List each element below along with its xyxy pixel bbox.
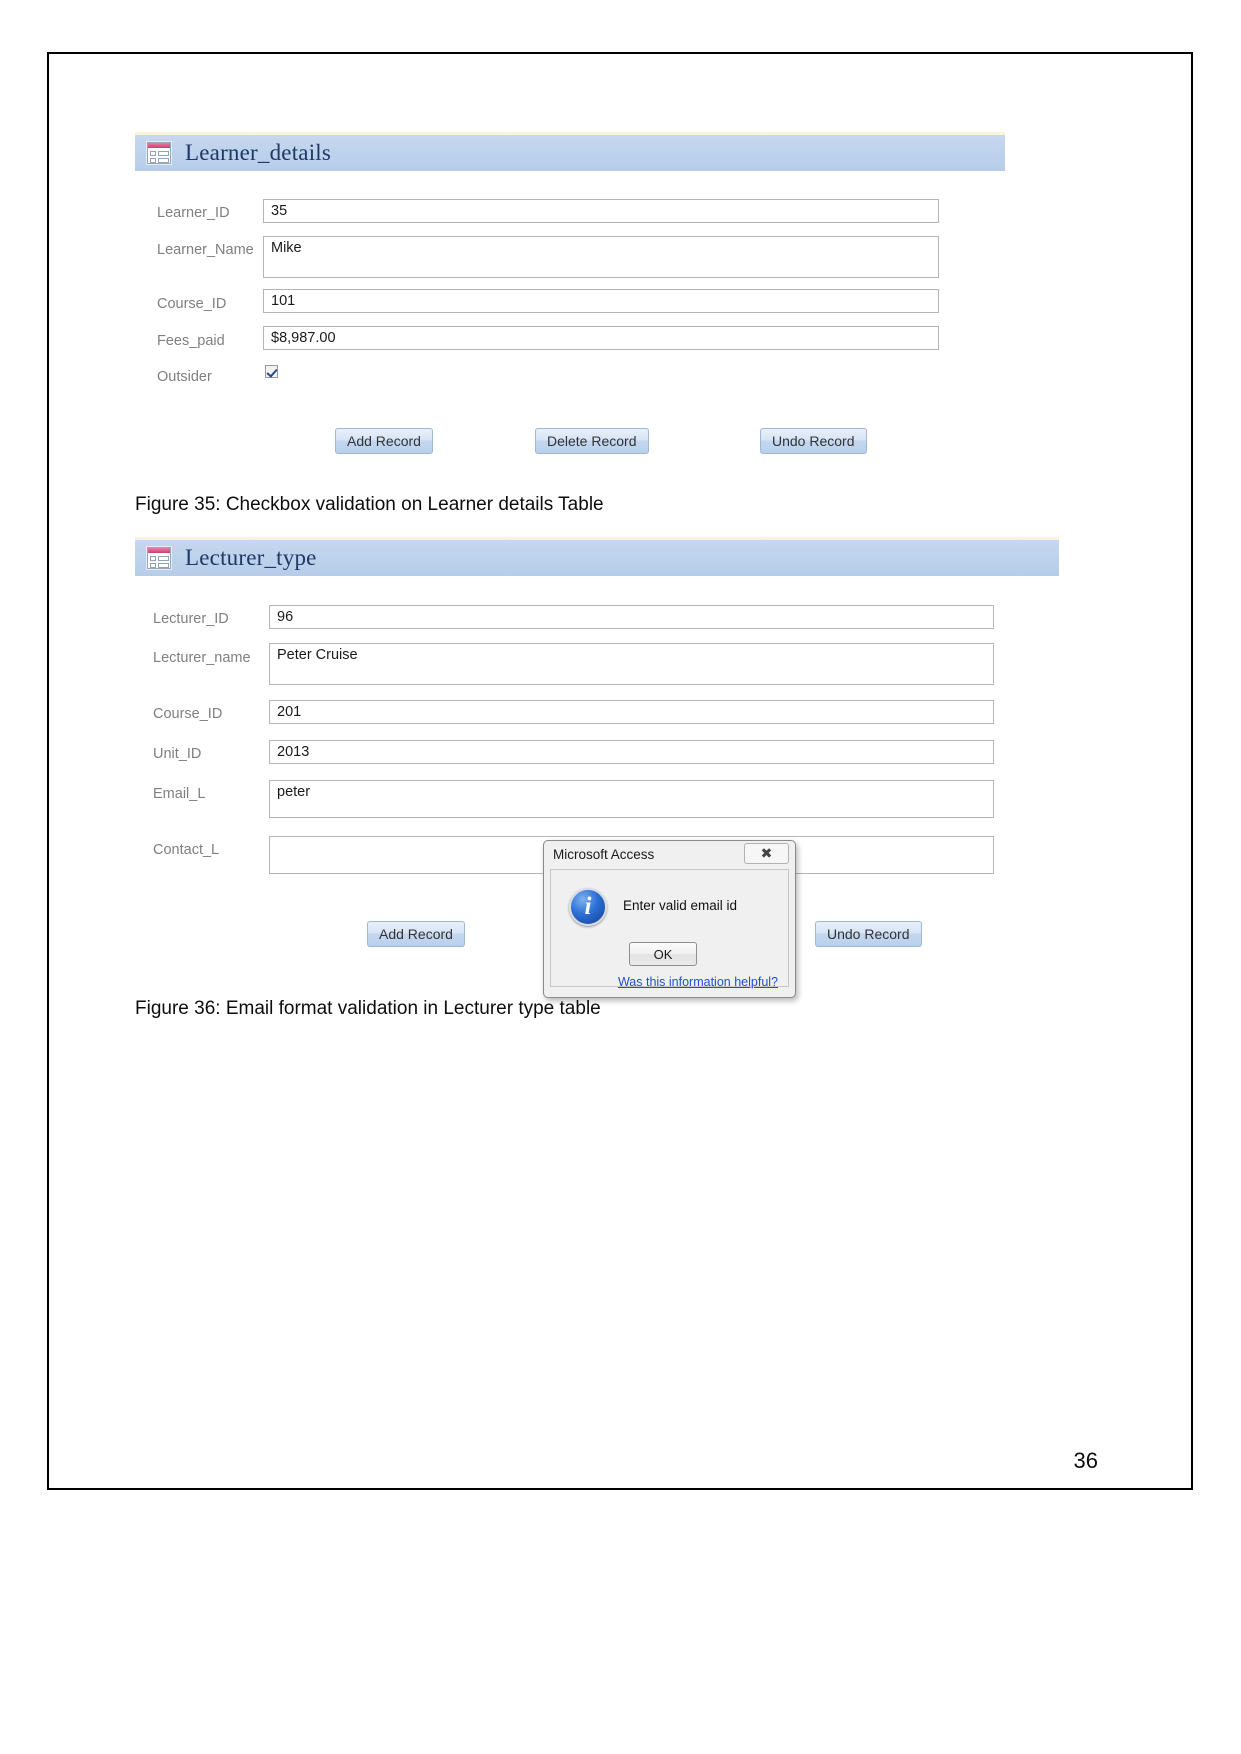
field-label-email-l: Email_L bbox=[153, 786, 206, 802]
field-input-lecturer-name[interactable]: Peter Cruise bbox=[269, 643, 994, 685]
document-page: Learner_details Learner_ID 35 Learner_Na… bbox=[47, 52, 1193, 1490]
field-input-learner-id[interactable]: 35 bbox=[263, 199, 939, 223]
add-record-button-1[interactable]: Add Record bbox=[335, 428, 433, 454]
learner-details-form: Learner_details Learner_ID 35 Learner_Na… bbox=[135, 132, 1005, 498]
figure-36-caption: Figure 36: Email format validation in Le… bbox=[135, 998, 601, 1019]
field-input-fees-paid[interactable]: $8,987.00 bbox=[263, 326, 939, 350]
dialog-body: Enter valid email id OK Was this informa… bbox=[550, 869, 789, 989]
field-input-learner-name[interactable]: Mike bbox=[263, 236, 939, 278]
field-label-learner-name: Learner_Name bbox=[157, 242, 254, 258]
was-this-information-helpful-link[interactable]: Was this information helpful? bbox=[551, 975, 778, 989]
field-input-unit-id[interactable]: 2013 bbox=[269, 740, 994, 764]
learner-details-form-header: Learner_details bbox=[135, 135, 1005, 171]
field-label-fees-paid: Fees_paid bbox=[157, 333, 225, 349]
dialog-title: Microsoft Access bbox=[553, 846, 655, 862]
field-label-learner-id: Learner_ID bbox=[157, 205, 230, 221]
field-input-email-l[interactable]: peter bbox=[269, 780, 994, 818]
access-form-icon bbox=[147, 142, 171, 164]
field-label-course-id-2: Course_ID bbox=[153, 706, 223, 722]
lecturer-type-title: Lecturer_type bbox=[185, 545, 317, 570]
field-label-lecturer-id: Lecturer_ID bbox=[153, 611, 229, 627]
field-label-lecturer-name: Lecturer_name bbox=[153, 650, 251, 666]
undo-record-button-2[interactable]: Undo Record bbox=[815, 921, 922, 947]
add-record-button-2[interactable]: Add Record bbox=[367, 921, 465, 947]
info-icon bbox=[569, 888, 607, 926]
field-label-course-id: Course_ID bbox=[157, 296, 227, 312]
ok-button[interactable]: OK bbox=[629, 942, 697, 966]
page-number: 36 bbox=[1073, 1448, 1098, 1473]
field-label-outsider: Outsider bbox=[157, 369, 212, 385]
outsider-checkbox[interactable] bbox=[265, 365, 278, 378]
field-input-course-id[interactable]: 101 bbox=[263, 289, 939, 313]
access-form-icon bbox=[147, 547, 171, 569]
figure-35-caption: Figure 35: Checkbox validation on Learne… bbox=[135, 494, 604, 515]
lecturer-type-form-header: Lecturer_type bbox=[135, 540, 1059, 576]
dialog-message: Enter valid email id bbox=[623, 898, 738, 913]
field-label-contact-l: Contact_L bbox=[153, 842, 220, 858]
field-input-lecturer-id[interactable]: 96 bbox=[269, 605, 994, 629]
delete-record-button-1[interactable]: Delete Record bbox=[535, 428, 649, 454]
learner-details-title: Learner_details bbox=[185, 140, 332, 165]
undo-record-button-1[interactable]: Undo Record bbox=[760, 428, 867, 454]
field-label-unit-id: Unit_ID bbox=[153, 746, 202, 762]
microsoft-access-dialog: Microsoft Access ✖ Enter valid email id … bbox=[543, 840, 796, 998]
close-icon[interactable]: ✖ bbox=[744, 843, 789, 864]
field-input-course-id-2[interactable]: 201 bbox=[269, 700, 994, 724]
